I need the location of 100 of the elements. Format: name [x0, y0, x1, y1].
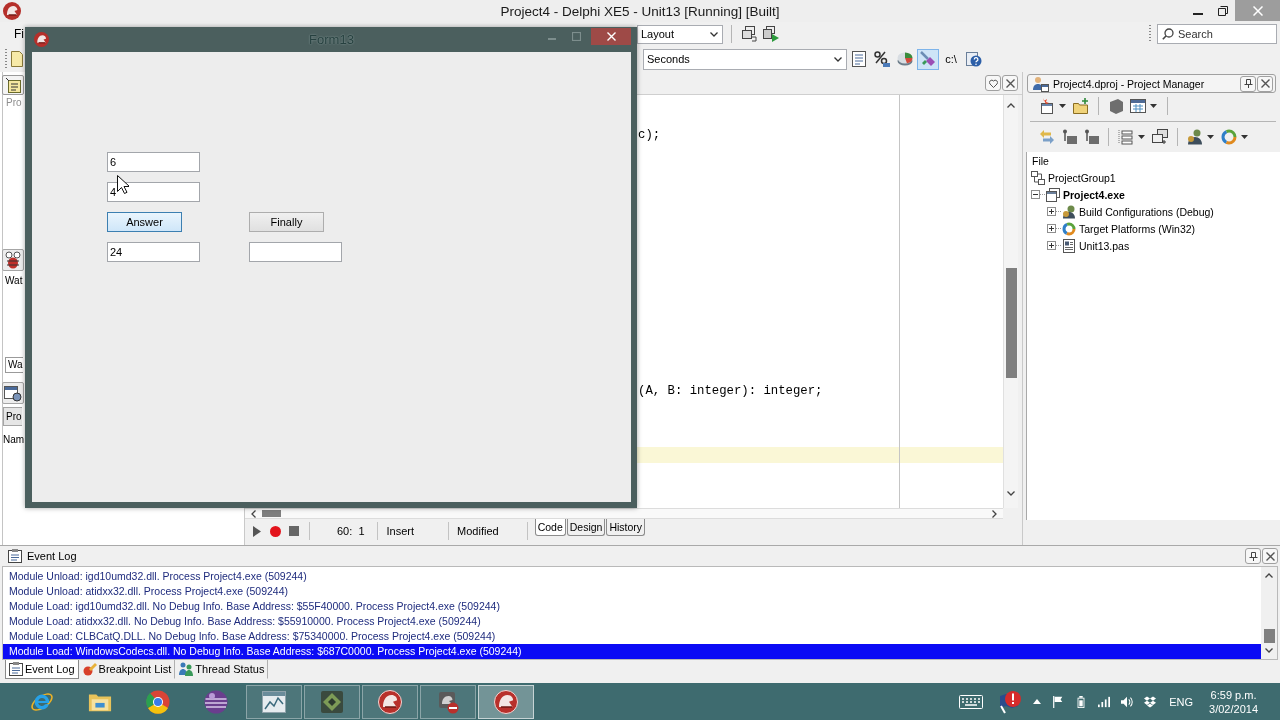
log-entry[interactable]: Module Unload: atidxx32.dll. Process Project4.exe (509244) [3, 584, 294, 599]
sphere-icon [204, 689, 228, 714]
scrollbar-thumb[interactable] [262, 510, 281, 517]
favorite-button[interactable] [985, 75, 1001, 91]
panel-tab[interactable]: Thread Status [175, 660, 269, 679]
toolbar-button[interactable] [871, 48, 893, 70]
scrollbar-thumb[interactable] [1005, 268, 1017, 378]
search-icon [1162, 28, 1174, 40]
keyboard-icon[interactable] [959, 694, 984, 709]
log-entry[interactable]: Module Load: WindowsCodecs.dll. No Debug Info. Base Address: $687C0000. Process Project4.exe (509244) [3, 644, 1261, 659]
horizontal-scrollbar[interactable] [245, 508, 1003, 519]
document-icon[interactable] [11, 51, 23, 67]
flag-icon[interactable] [1052, 695, 1065, 708]
chart-window-icon [262, 689, 286, 714]
modified-label: Modified [457, 525, 499, 537]
taskbar-app[interactable] [246, 684, 302, 719]
figures-icon [179, 662, 194, 676]
text-field[interactable] [249, 242, 342, 262]
toolbar-button[interactable]: c:\ [940, 48, 962, 70]
debug-combo[interactable]: Seconds [643, 48, 847, 70]
log-entry[interactable]: Module Load: igd10umd32.dll. No Debug Info. Base Address: $55F40000. Process Project4.exe (509244) [3, 599, 506, 614]
close-button[interactable] [591, 28, 631, 45]
panel-tab[interactable]: Event Log [5, 660, 79, 679]
close-button[interactable] [1002, 75, 1018, 91]
play-icon[interactable] [253, 525, 261, 537]
action-button[interactable]: Answer [107, 212, 182, 232]
view-tab[interactable]: Code [534, 519, 566, 536]
pin-button[interactable] [1240, 75, 1256, 92]
panel-tab[interactable]: Breakpoint List [78, 660, 176, 679]
code-line: c); [637, 127, 661, 143]
menu-item[interactable]: Fi [14, 27, 24, 41]
calendar-window-icon [1130, 98, 1146, 114]
log-entry[interactable]: Module Unload: igd10umd32.dll. Process Project4.exe (509244) [3, 569, 313, 584]
text-field[interactable]: 4 [107, 182, 200, 202]
minus-box-icon[interactable] [1031, 190, 1040, 199]
tree-item[interactable]: Unit13.pas [1079, 239, 1130, 252]
up-caret-icon[interactable] [1033, 699, 1042, 704]
taskbar-app[interactable] [478, 684, 534, 719]
vertical-scrollbar[interactable] [1003, 95, 1018, 508]
action-button[interactable]: Finally [249, 212, 324, 232]
layout-combo[interactable]: Layout [637, 24, 723, 44]
plus-box-icon[interactable] [1047, 207, 1056, 216]
taskbar-app[interactable] [362, 684, 418, 719]
toolbar-button[interactable] [2, 382, 24, 404]
dot-pencil-icon [82, 662, 97, 676]
tree-item[interactable]: Project4.exe [1063, 188, 1125, 201]
view-tab[interactable]: History [606, 519, 646, 536]
pin-folder-icon [1061, 129, 1077, 145]
dropdown-caret-icon[interactable] [1207, 135, 1214, 139]
panel-tab[interactable]: Wa [5, 357, 23, 373]
scrollbar-thumb[interactable] [1263, 629, 1275, 643]
clock-time[interactable]: 6:59 p.m. [1210, 687, 1257, 702]
text-field[interactable]: 6 [107, 152, 200, 172]
close-button[interactable] [1262, 548, 1278, 564]
vertical-scrollbar[interactable] [1261, 567, 1277, 659]
close-icon [606, 32, 616, 41]
bug-glasses-icon [4, 251, 22, 269]
battery-icon[interactable] [1075, 695, 1088, 708]
dropdown-caret-icon[interactable] [1059, 104, 1066, 108]
checklist-icon [5, 77, 21, 93]
stacked-windows-icon [1046, 187, 1060, 202]
text-field[interactable]: 24 [107, 242, 200, 262]
taskbar-app[interactable] [304, 684, 360, 719]
language-indicator[interactable]: ENG [1169, 695, 1194, 708]
log-entry[interactable]: Module Load: CLBCatQ.DLL. No Debug Info. Base Address: $75340000. Process Project4.exe (509244) [3, 629, 502, 644]
panel-tab[interactable] [2, 75, 24, 95]
dropdown-caret-icon[interactable] [1138, 135, 1145, 139]
column-header[interactable]: File [1032, 154, 1049, 169]
pin-button[interactable] [1245, 548, 1261, 564]
plus-box-icon[interactable] [1047, 224, 1056, 233]
dropdown-caret-icon[interactable] [1150, 104, 1157, 108]
view-tab[interactable]: Design [566, 519, 606, 536]
toolbar-button[interactable] [2, 249, 24, 271]
dropdown-caret-icon[interactable] [1241, 135, 1248, 139]
open-box-icon[interactable] [1144, 695, 1157, 708]
clipboard-icon [9, 662, 23, 676]
alert-flag-icon[interactable] [999, 689, 1022, 714]
log-entry[interactable]: Module Load: atidxx32.dll. No Debug Info. Base Address: $55910000. Process Project4.exe (509244) [3, 614, 487, 629]
figure-gear-icon [1187, 129, 1203, 145]
window-title: Project4 - Delphi XE5 - Unit13 [Running] [Built] [500, 3, 780, 19]
pencil-diamond-icon [920, 51, 936, 67]
plus-box-icon[interactable] [1047, 241, 1056, 250]
ring-icon [1062, 221, 1076, 236]
taskbar-app[interactable] [420, 684, 476, 719]
ring-icon [1221, 129, 1237, 145]
pin-icon [1243, 79, 1253, 88]
speaker-icon[interactable] [1121, 695, 1134, 708]
close-button[interactable] [1257, 75, 1273, 92]
signal-bars-icon[interactable] [1098, 695, 1111, 708]
stack-play-icon [763, 26, 779, 42]
record-icon[interactable] [270, 525, 281, 537]
clock-date[interactable]: 3/02/2014 [1209, 701, 1258, 716]
insert-mode-label: Insert [386, 525, 415, 537]
tree-item[interactable]: Build Configurations (Debug) [1079, 205, 1214, 218]
search-field[interactable]: Search [1157, 24, 1277, 44]
maximize-icon [571, 32, 581, 41]
panel-button[interactable]: Pro [3, 407, 22, 426]
new-window-icon [1039, 98, 1055, 114]
tree-item[interactable]: ProjectGroup1 [1048, 171, 1116, 184]
tree-item[interactable]: Target Platforms (Win32) [1079, 222, 1196, 235]
